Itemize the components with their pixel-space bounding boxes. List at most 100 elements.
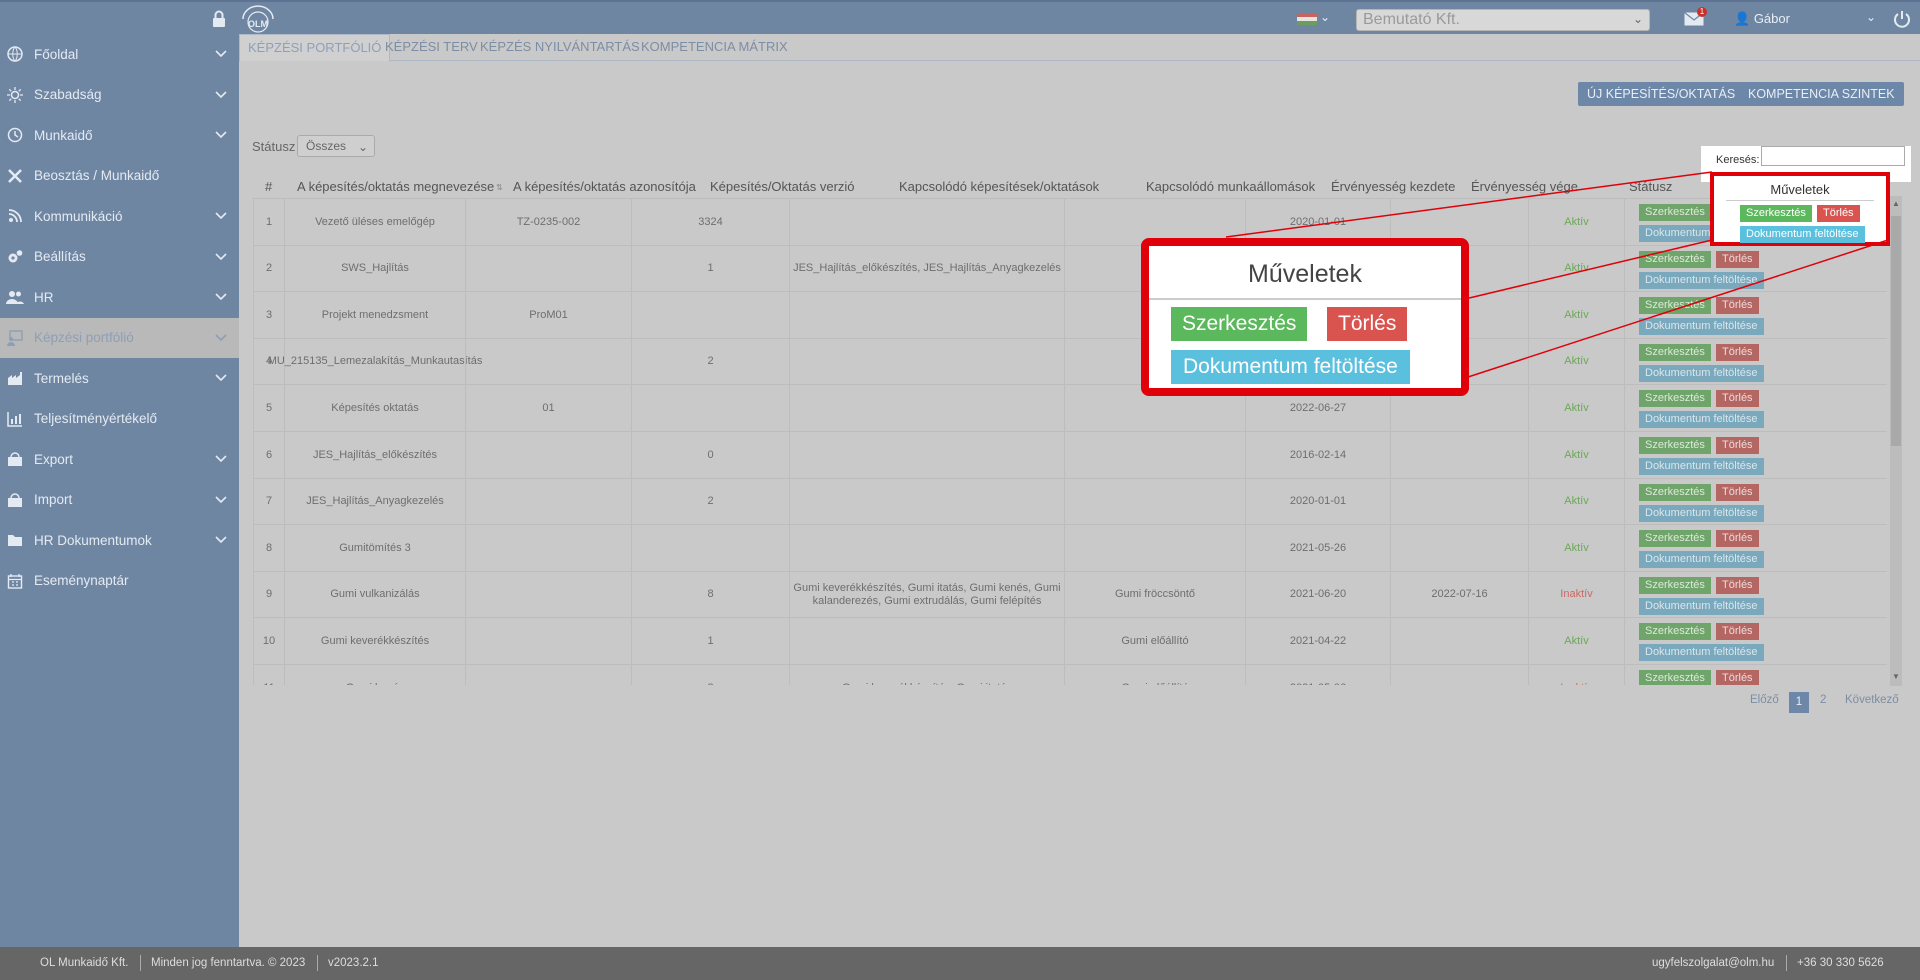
status-filter-select[interactable]: Összes ⌄ <box>297 135 375 157</box>
pagination-page-2[interactable]: 2 <box>1820 694 1826 706</box>
row-edit-button[interactable]: Szerkesztés <box>1639 576 1711 594</box>
competency-levels-button[interactable]: KOMPETENCIA SZINTEK <box>1739 82 1904 106</box>
chevron-down-icon[interactable] <box>215 492 227 507</box>
edit-button[interactable]: Szerkesztés <box>1740 205 1812 222</box>
tab-kepzes-nyilvantartas[interactable]: KÉPZÉS NYILVÁNTARTÁS <box>472 34 648 60</box>
pagination-page-1[interactable]: 1 <box>1789 692 1809 713</box>
column-header[interactable]: A képesítés/oktatás megnevezése <box>297 175 494 198</box>
row-delete-button[interactable]: Törlés <box>1716 390 1759 408</box>
lock-icon[interactable] <box>212 10 226 28</box>
sidebar-item[interactable]: Főoldal <box>0 34 239 75</box>
sidebar-item[interactable]: Export <box>0 439 239 480</box>
sidebar-item[interactable]: Teljesítményértékelő <box>0 399 239 440</box>
row-edit-button[interactable]: Szerkesztés <box>1639 530 1711 548</box>
column-header[interactable]: A képesítés/oktatás azonosítója <box>513 175 696 198</box>
column-header[interactable]: Érvényesség kezdete <box>1331 175 1455 198</box>
sidebar-item-label: Szabadság <box>34 87 102 103</box>
row-upload-button[interactable]: Dokumentum feltöltése <box>1639 504 1764 522</box>
row-delete-button[interactable]: Törlés <box>1716 483 1759 501</box>
sidebar-item[interactable]: Kommunikáció <box>0 196 239 237</box>
row-edit-button[interactable]: Szerkesztés <box>1639 437 1711 454</box>
power-icon[interactable] <box>1893 10 1911 28</box>
row-delete-button[interactable]: Törlés <box>1716 530 1759 548</box>
chevron-down-icon[interactable] <box>215 451 227 466</box>
user-chevron-icon[interactable]: ⌄ <box>1866 10 1876 24</box>
column-header[interactable]: Érvényesség vége <box>1471 175 1578 198</box>
table-cell-status: Aktív <box>1528 338 1624 385</box>
pagination-prev[interactable]: Előző <box>1750 694 1779 706</box>
column-header[interactable]: Képesítés/Oktatás verzió <box>710 175 855 198</box>
table-cell-n: 10 <box>253 618 284 665</box>
chevron-down-icon[interactable] <box>215 532 227 547</box>
table-cell-ws <box>1064 432 1245 478</box>
row-delete-button[interactable]: Törlés <box>1716 670 1759 685</box>
company-select[interactable]: Bemutató Kft. ⌄ <box>1356 9 1650 31</box>
row-edit-button[interactable]: Szerkesztés <box>1639 297 1711 315</box>
row-delete-button[interactable]: Törlés <box>1716 576 1759 594</box>
chevron-down-icon[interactable] <box>215 127 227 142</box>
chevron-down-icon[interactable] <box>215 289 227 304</box>
footer-email[interactable]: ugyfelszolgalat@olm.hu <box>1652 957 1774 969</box>
row-delete-button[interactable]: Törlés <box>1716 623 1759 641</box>
row-delete-button[interactable]: Törlés <box>1716 250 1759 268</box>
chevron-down-icon[interactable] <box>215 46 227 61</box>
chevron-down-icon[interactable] <box>215 208 227 223</box>
row-edit-button[interactable]: Szerkesztés <box>1639 204 1711 221</box>
column-header[interactable]: Kapcsolódó munkaállomások <box>1146 175 1315 198</box>
row-upload-button[interactable]: Dokumentum feltöltése <box>1639 411 1764 429</box>
sidebar-item[interactable]: Képzési portfólió <box>0 317 239 358</box>
sidebar-item[interactable]: HR <box>0 277 239 318</box>
sort-icon[interactable]: ⇅ <box>496 183 503 192</box>
sidebar-item[interactable]: Beosztás / Munkaidő <box>0 156 239 197</box>
row-upload-button[interactable]: Dokumentum feltöltése <box>1639 364 1764 382</box>
row-upload-button[interactable]: Dokumentum feltöltése <box>1639 644 1764 662</box>
row-edit-button[interactable]: Szerkesztés <box>1639 623 1711 641</box>
sidebar-item[interactable]: HR Dokumentumok <box>0 520 239 561</box>
row-upload-button[interactable]: Dokumentum feltöltése <box>1639 271 1764 289</box>
row-edit-button[interactable]: Szerkesztés <box>1639 390 1711 408</box>
row-edit-button[interactable]: Szerkesztés <box>1639 483 1711 501</box>
new-qualification-button[interactable]: ÚJ KÉPESÍTÉS/OKTATÁS <box>1578 82 1745 106</box>
sidebar-item[interactable]: Termelés <box>0 358 239 399</box>
sidebar-item[interactable]: Szabadság <box>0 75 239 116</box>
row-edit-button[interactable]: Szerkesztés <box>1639 250 1711 268</box>
table-scrollbar-thumb[interactable] <box>1891 216 1901 446</box>
user-menu[interactable]: 👤 Gábor <box>1734 11 1790 27</box>
olm-logo[interactable]: OLM <box>240 5 276 33</box>
row-upload-button[interactable]: Dokumentum feltöltése <box>1639 551 1764 569</box>
row-upload-button[interactable]: Dokumentum feltöltése <box>1639 318 1764 336</box>
table-cell-start: 2020-01-01 <box>1245 478 1390 525</box>
callout-delete-button[interactable]: Törlés <box>1327 307 1408 341</box>
callout-upload-button[interactable]: Dokumentum feltöltése <box>1171 350 1410 384</box>
chevron-down-icon[interactable] <box>215 249 227 264</box>
column-header[interactable]: # <box>265 175 272 198</box>
chevron-down-icon[interactable] <box>215 330 227 345</box>
scroll-down-icon[interactable]: ▼ <box>1892 672 1900 681</box>
row-delete-button[interactable]: Törlés <box>1716 437 1759 454</box>
search-input[interactable] <box>1761 146 1905 166</box>
callout-edit-button[interactable]: Szerkesztés <box>1171 307 1308 341</box>
chevron-down-icon[interactable] <box>215 87 227 102</box>
row-edit-button[interactable]: Szerkesztés <box>1639 343 1711 361</box>
sidebar-item[interactable]: Munkaidő <box>0 115 239 156</box>
sidebar-item[interactable]: Beállítás <box>0 237 239 278</box>
sidebar-item[interactable]: Eseménynaptár <box>0 561 239 602</box>
delete-button[interactable]: Törlés <box>1817 205 1860 222</box>
scroll-up-icon[interactable]: ▲ <box>1892 199 1900 208</box>
tab-kompetencia-matrix[interactable]: KOMPETENCIA MÁTRIX <box>633 34 796 60</box>
row-edit-button[interactable]: Szerkesztés <box>1639 670 1711 685</box>
upload-document-button[interactable]: Dokumentum feltöltése <box>1740 226 1865 243</box>
tab-kepzesi-terv[interactable]: KÉPZÉSI TERV <box>377 34 486 60</box>
row-delete-button[interactable]: Törlés <box>1716 343 1759 361</box>
row-delete-button[interactable]: Törlés <box>1716 297 1759 315</box>
column-header[interactable]: Státusz <box>1629 175 1672 198</box>
column-header[interactable]: Kapcsolódó képesítések/oktatások <box>899 175 1099 198</box>
sidebar-item[interactable]: Import <box>0 480 239 521</box>
hungarian-flag-icon[interactable] <box>1297 13 1317 25</box>
tab-kepzesi-portfolio[interactable]: KÉPZÉSI PORTFÓLIÓ <box>239 34 391 62</box>
row-upload-button[interactable]: Dokumentum feltöltése <box>1639 597 1764 615</box>
chevron-down-icon[interactable] <box>215 370 227 385</box>
language-chevron-icon[interactable]: ⌄ <box>1320 10 1330 24</box>
row-upload-button[interactable]: Dokumentum feltöltése <box>1639 458 1764 475</box>
pagination-next[interactable]: Következő <box>1845 694 1899 706</box>
